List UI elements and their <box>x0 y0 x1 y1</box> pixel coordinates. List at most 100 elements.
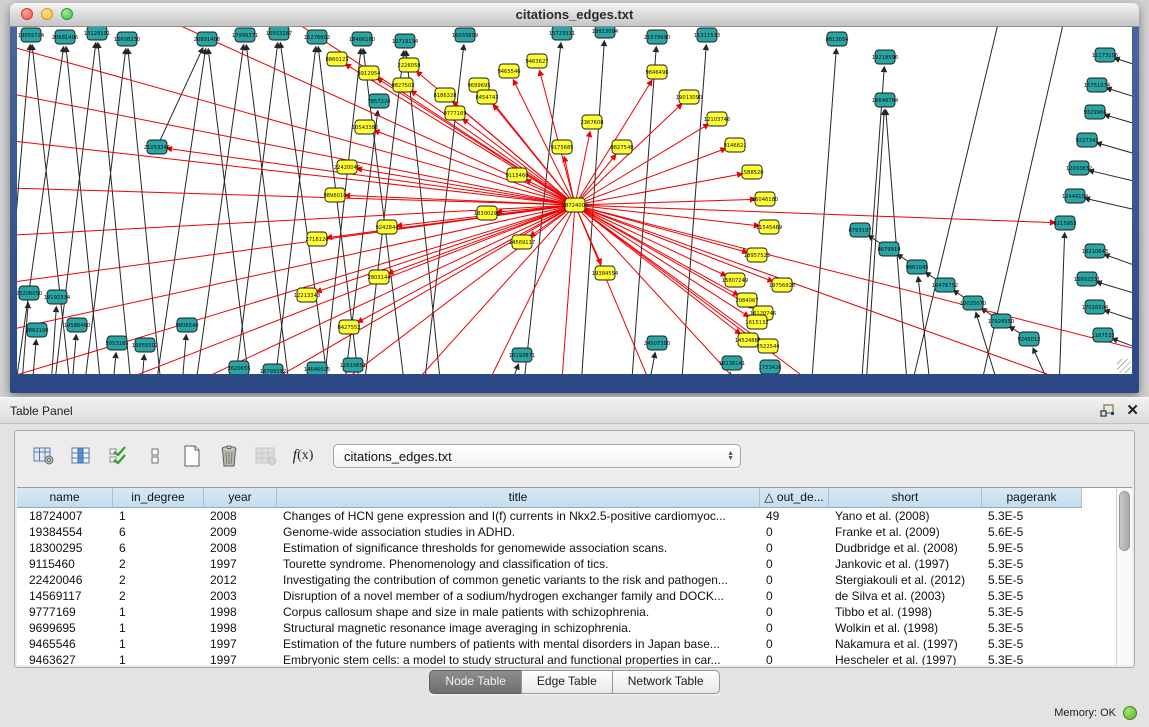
citation-edge-red[interactable] <box>575 205 1055 223</box>
graph-node-label: 11173106 <box>1092 53 1118 59</box>
citation-edge-black[interactable] <box>1089 170 1132 189</box>
citation-edge-black[interactable] <box>1112 339 1132 359</box>
tab-edge-table[interactable]: Edge Table <box>521 670 613 694</box>
table-cell: 0 <box>760 540 829 556</box>
citation-edge-black[interactable] <box>1033 348 1077 374</box>
citation-edge-black[interactable] <box>1107 88 1132 107</box>
table-cell: Investigating the contribution of common… <box>277 572 760 588</box>
graph-node-label: 9862100 <box>25 328 48 334</box>
graph-node-label: 22420046 <box>334 165 360 171</box>
table-cell: 9699695 <box>17 620 113 636</box>
graph-node-label: 16210643 <box>1082 249 1108 255</box>
citation-edge-black[interactable] <box>807 49 836 374</box>
table-row[interactable]: 946554611997Estimation of the future num… <box>17 636 1116 652</box>
citation-edge-black[interactable] <box>857 67 884 374</box>
scrollbar-thumb[interactable] <box>1119 491 1130 551</box>
column-header-name[interactable]: name <box>17 488 113 508</box>
citation-edge-black[interactable] <box>128 49 167 374</box>
citation-edge-black[interactable] <box>1104 254 1132 277</box>
citation-edge-black[interactable] <box>177 335 186 374</box>
citation-edge-black[interactable] <box>717 373 730 374</box>
citation-edge-black[interactable] <box>157 48 203 147</box>
new-table-icon[interactable] <box>179 444 205 468</box>
citation-edge-black[interactable] <box>137 355 144 374</box>
memory-status-icon[interactable] <box>1123 706 1137 720</box>
zoom-window-button[interactable] <box>61 8 73 20</box>
table-row[interactable]: 1456911722003Disruption of a novel membe… <box>17 588 1116 604</box>
graph-node-label: 9846496 <box>645 70 668 76</box>
citation-edge-black[interactable] <box>107 353 116 374</box>
application-window: citations_edges.txt 19055724206814061312… <box>0 0 1149 727</box>
citation-edge-black[interactable] <box>267 47 316 374</box>
citation-edge-black[interactable] <box>967 27 1067 374</box>
row-height-icon[interactable] <box>142 444 168 468</box>
column-header-year[interactable]: year <box>204 488 277 508</box>
close-window-button[interactable] <box>21 8 33 20</box>
graph-node-label: 16476752 <box>932 283 958 289</box>
resize-grip-icon[interactable] <box>1117 359 1131 373</box>
graph-node-label: 17016504 <box>1082 305 1109 311</box>
citation-edge-black[interactable] <box>208 49 257 374</box>
citation-edge-red[interactable] <box>557 205 575 374</box>
graph-node-label: 8454743 <box>475 95 498 101</box>
graph-node-label: 19955502 <box>132 343 158 349</box>
minimize-window-button[interactable] <box>41 8 53 20</box>
table-row[interactable]: 1872400712008Changes of HCN gene express… <box>17 508 1116 524</box>
citation-edge-red[interactable] <box>575 132 590 205</box>
table-row[interactable]: 977716911998Corpus callosum shape and si… <box>17 604 1116 620</box>
column-header-pagerank[interactable]: pagerank <box>982 488 1082 508</box>
graph-node-label: 15723311 <box>549 31 575 37</box>
column-header-title[interactable]: title <box>277 488 760 508</box>
citation-edge-black[interactable] <box>337 111 378 374</box>
citation-edge-red[interactable] <box>17 37 575 205</box>
network-canvas[interactable]: 1905572420681406131291911560823020891406… <box>17 27 1132 374</box>
float-window-icon[interactable] <box>1098 403 1116 419</box>
column-header-in_degree[interactable]: in_degree <box>113 488 204 508</box>
tab-node-table[interactable]: Node Table <box>429 670 522 694</box>
graph-node-label: 9699695 <box>467 83 490 89</box>
citation-edge-black[interactable] <box>1057 233 1065 374</box>
table-selector-dropdown[interactable]: citations_edges.txt ▲▼ <box>333 444 741 468</box>
tab-network-table[interactable]: Network Table <box>612 670 720 694</box>
citation-edge-black[interactable] <box>487 364 518 374</box>
table-row[interactable]: 2242004622012Investigating the contribut… <box>17 572 1116 588</box>
table-cell: 1 <box>113 652 204 665</box>
table-row[interactable]: 969969511998Structural magnetic resonanc… <box>17 620 1116 636</box>
citation-edge-black[interactable] <box>897 27 1002 374</box>
table-cell: 1998 <box>204 620 277 636</box>
graph-node-label: 16136141 <box>719 361 745 367</box>
citation-edge-black[interactable] <box>1097 143 1132 163</box>
citation-edge-red[interactable] <box>17 187 575 205</box>
column-header-out_de[interactable]: △ out_de... <box>760 488 829 508</box>
citation-edge-red[interactable] <box>17 205 575 337</box>
graph-node-label: 19384554 <box>592 271 619 277</box>
citation-edge-black[interactable] <box>637 353 655 374</box>
citation-edge-red[interactable] <box>575 205 754 308</box>
table-row[interactable]: 1938455462009Genome-wide association stu… <box>17 524 1116 540</box>
graph-node-label: 1615132 <box>745 320 768 326</box>
table-cell: 1 <box>113 604 204 620</box>
table-row[interactable]: 946362711997Embryonic stem cells: a mode… <box>17 652 1116 665</box>
table-cell: 6 <box>113 524 204 540</box>
graph-node-label: 16046180 <box>752 197 778 203</box>
select-rows-icon[interactable] <box>105 444 131 468</box>
table-scrollbar[interactable] <box>1116 488 1132 665</box>
citation-edge-black[interactable] <box>1105 115 1132 133</box>
graph-node-label: 20891406 <box>194 37 220 43</box>
graph-node-label: 9827503 <box>391 83 414 89</box>
citation-edge-red[interactable] <box>157 205 575 374</box>
citation-edge-black[interactable] <box>98 43 137 374</box>
citation-edge-black[interactable] <box>1115 58 1132 75</box>
modify-table-icon[interactable] <box>31 444 57 468</box>
table-row[interactable]: 1830029562008Estimation of significance … <box>17 540 1116 556</box>
close-panel-icon[interactable]: ✕ <box>1126 403 1139 419</box>
window-titlebar[interactable]: citations_edges.txt <box>10 3 1139 27</box>
table-row[interactable]: 911546021997Tourette syndrome. Phenomeno… <box>17 556 1116 572</box>
select-column-icon[interactable] <box>68 444 94 468</box>
column-header-short[interactable]: short <box>829 488 982 508</box>
delete-table-icon[interactable] <box>216 444 242 468</box>
graph-node-label: 10719134 <box>392 39 419 45</box>
citation-edge-black[interactable] <box>1085 198 1132 217</box>
table-cell: 18724007 <box>17 508 113 524</box>
function-builder-icon[interactable]: f(x) <box>290 444 316 468</box>
